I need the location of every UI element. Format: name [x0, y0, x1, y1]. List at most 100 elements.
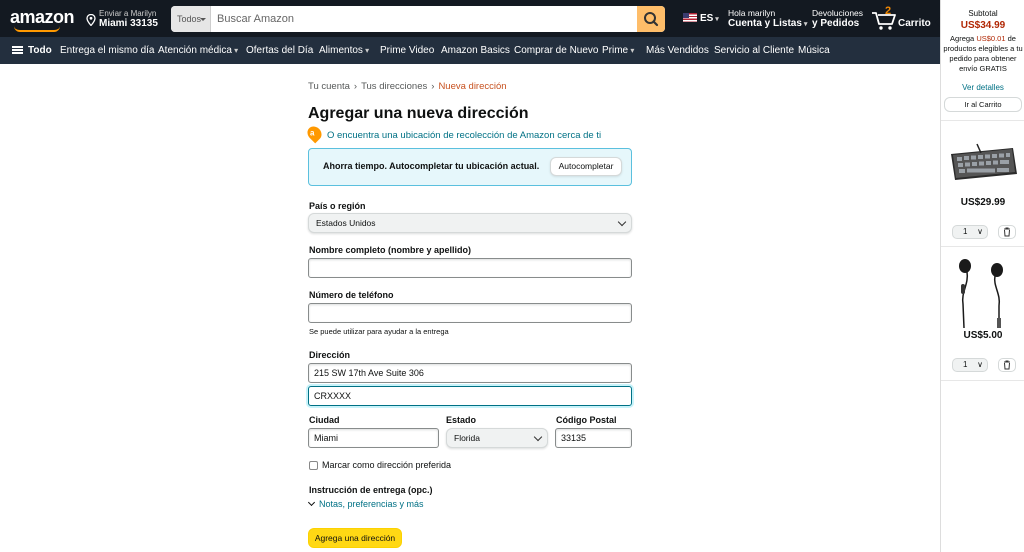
account-lists[interactable]: Hola marilyn Cuenta y Listas ▾: [728, 8, 807, 29]
returns-orders[interactable]: Devoluciones y Pedidos: [812, 8, 863, 29]
earphones-image: [959, 259, 1003, 329]
panel-pointer-icon: [935, 17, 940, 27]
autocomplete-text: Ahorra tiempo. Autocompletar tu ubicació…: [323, 161, 540, 171]
search-button[interactable]: [637, 6, 665, 32]
country-select[interactable]: Estados Unidos: [308, 213, 632, 233]
cart-button[interactable]: 2 Carrito: [871, 5, 933, 31]
chevron-down-icon: [307, 498, 316, 507]
zip-label: Código Postal: [556, 415, 617, 425]
phone-hint: Se puede utilizar para ayudar a la entre…: [309, 327, 449, 336]
divider: [941, 120, 1024, 121]
fullname-label: Nombre completo (nombre y apellido): [309, 245, 472, 255]
nav-all[interactable]: Todo: [28, 45, 52, 56]
menu-icon[interactable]: [12, 46, 23, 54]
breadcrumb-account[interactable]: Tu cuenta: [308, 81, 350, 92]
nav-health[interactable]: Atención médica: [158, 45, 238, 56]
address-label: Dirección: [309, 350, 351, 360]
nav-grocery[interactable]: Alimentos: [319, 45, 369, 56]
phone-input[interactable]: [308, 303, 632, 323]
state-select[interactable]: Florida: [446, 428, 548, 448]
quantity-select[interactable]: 1: [952, 225, 988, 239]
zip-input[interactable]: 33135: [555, 428, 632, 448]
trash-icon: [1004, 360, 1010, 370]
chevron-down-icon: [533, 432, 543, 442]
free-shipping-note: Agrega US$0.01 de productos elegibles a …: [943, 34, 1023, 73]
us-flag-icon: [683, 13, 697, 22]
breadcrumb: Tu cuenta › Tus direcciones › Nueva direcció…: [308, 81, 507, 92]
state-label: Estado: [446, 415, 477, 425]
go-to-cart-button[interactable]: Ir al Carrito: [944, 97, 1022, 112]
quantity-select[interactable]: 1: [952, 358, 988, 372]
delete-item-button[interactable]: [998, 358, 1016, 372]
delivery-notes-text[interactable]: Notas, preferencias y más: [319, 499, 424, 509]
subtotal-value: US$34.99: [960, 20, 1006, 31]
search-input[interactable]: [211, 6, 637, 32]
nav-buy-again[interactable]: Comprar de Nuevo: [514, 45, 598, 56]
subtotal-label: Subtotal: [968, 9, 998, 18]
city-label: Ciudad: [309, 415, 340, 425]
amazon-logo[interactable]: amazon: [10, 7, 75, 28]
autocomplete-banner: Ahorra tiempo. Autocompletar tu ubicació…: [308, 148, 632, 186]
chevron-down-icon: ▾: [713, 16, 719, 23]
city-input[interactable]: Miami: [308, 428, 439, 448]
pickup-link-text[interactable]: O encuentra una ubicación de recolección…: [327, 130, 601, 141]
cart-count: 2: [885, 5, 892, 17]
breadcrumb-addresses[interactable]: Tus direcciones: [361, 81, 427, 92]
address-line1-input[interactable]: 215 SW 17th Ave Suite 306: [308, 363, 632, 383]
add-address-button[interactable]: Agrega una dirección: [308, 528, 402, 548]
nav-music[interactable]: Música: [798, 45, 830, 56]
amazon-logo-smile: [14, 26, 60, 32]
nav-deals[interactable]: Ofertas del Día: [246, 45, 313, 56]
orders-line1: Devoluciones: [812, 8, 864, 18]
deliver-line2: Miami 33135: [99, 18, 158, 29]
nav-customer-service[interactable]: Servicio al Cliente: [714, 45, 794, 56]
breadcrumb-separator-icon: ›: [431, 81, 435, 92]
search-bar: Todos: [171, 6, 665, 32]
address-line2-input[interactable]: CRXXXX: [308, 386, 632, 406]
nav-prime[interactable]: Prime: [602, 45, 634, 56]
fullname-input[interactable]: [308, 258, 632, 278]
trash-icon: [1004, 227, 1010, 237]
phone-label: Número de teléfono: [309, 290, 394, 300]
orders-line2: y Pedidos: [812, 18, 860, 29]
chevron-down-icon: [617, 217, 627, 227]
sub-nav: Todo Entrega el mismo día Atención médic…: [0, 37, 940, 64]
delivery-notes-link[interactable]: Notas, preferencias y más: [307, 498, 424, 509]
chevron-down-icon: ▾: [801, 21, 808, 28]
nav-prime-video[interactable]: Prime Video: [380, 45, 434, 56]
cart-icon: [872, 12, 896, 30]
details-link[interactable]: Ver detalles: [941, 83, 1024, 92]
top-nav: amazon Enviar a Marilyn Miami 33135 Todo…: [0, 0, 940, 37]
breadcrumb-new-address: Nueva dirección: [438, 81, 507, 92]
nav-same-day[interactable]: Entrega el mismo día: [60, 45, 155, 56]
account-greeting: Hola marilyn: [728, 8, 776, 18]
location-pin-icon: [86, 14, 96, 26]
search-category-select[interactable]: Todos: [171, 6, 211, 32]
cart-label: Carrito: [898, 18, 931, 29]
state-value: Florida: [454, 433, 480, 443]
nav-best-sellers[interactable]: Más Vendidos: [646, 45, 709, 56]
search-icon: [644, 12, 659, 27]
default-address-label[interactable]: Marcar como dirección preferida: [322, 460, 451, 470]
keyboard-image: [951, 143, 1017, 180]
pickup-location-link[interactable]: aO encuentra una ubicación de recolecció…: [304, 123, 601, 144]
language-selector[interactable]: ES ▾: [683, 13, 719, 24]
cart-item-price: US$29.99: [960, 197, 1006, 208]
cart-item-price: US$5.00: [963, 330, 1003, 341]
amazon-pickup-icon: a: [304, 123, 325, 144]
deliver-line1: Enviar a Marilyn: [99, 9, 157, 18]
language-label: ES: [700, 13, 714, 24]
default-address-checkbox[interactable]: [309, 461, 318, 470]
account-label: Cuenta y Listas ▾: [728, 18, 808, 29]
divider: [941, 246, 1024, 247]
nav-amazon-basics[interactable]: Amazon Basics: [441, 45, 510, 56]
breadcrumb-separator-icon: ›: [353, 81, 358, 92]
delete-item-button[interactable]: [998, 225, 1016, 239]
page-title: Agregar una nueva dirección: [308, 105, 529, 122]
autocomplete-button[interactable]: Autocompletar: [550, 157, 622, 176]
country-value: Estados Unidos: [316, 218, 376, 228]
country-label: País o región: [309, 201, 366, 211]
delivery-instructions-label: Instrucción de entrega (opc.): [309, 485, 433, 495]
side-cart-panel: Subtotal US$34.99 Agrega US$0.01 de prod…: [935, 0, 1024, 552]
divider: [941, 380, 1024, 381]
